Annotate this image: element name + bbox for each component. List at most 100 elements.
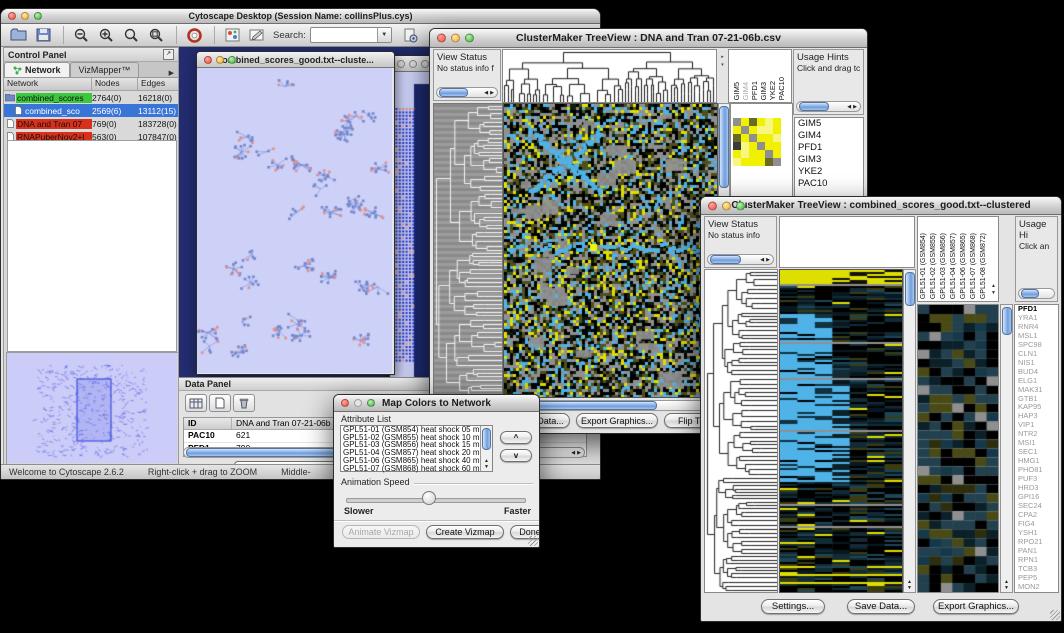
zoom-in-icon[interactable] <box>95 26 117 45</box>
scrollbar-arrows[interactable]: ◀▶ <box>760 257 773 263</box>
minimize-button[interactable] <box>409 60 417 68</box>
help-lifering-icon[interactable] <box>183 26 205 45</box>
matrix-cell[interactable] <box>749 134 757 142</box>
animation-speed-slider[interactable] <box>346 498 526 503</box>
matrix-cell[interactable] <box>741 134 749 142</box>
zoom-button[interactable] <box>228 56 236 64</box>
gene-list-item[interactable]: MON2 <box>1015 583 1058 592</box>
gene-list-item[interactable]: GIM3 <box>795 154 863 166</box>
gene-list-item[interactable]: GIM4 <box>795 130 863 142</box>
zoom-selected-icon[interactable] <box>145 26 167 45</box>
view-status-scrollbar[interactable]: ◀▶ <box>707 254 774 265</box>
matrix-cell[interactable] <box>773 126 781 134</box>
matrix-cell[interactable] <box>765 118 773 126</box>
matrix-cell[interactable] <box>757 158 765 166</box>
zoom-button[interactable] <box>34 12 42 20</box>
select-attributes-icon[interactable] <box>185 394 207 412</box>
matrix-cell[interactable] <box>757 118 765 126</box>
scrollbar-thumb[interactable] <box>905 272 915 306</box>
matrix-cell[interactable] <box>773 158 781 166</box>
label-scroll-arrows-icon[interactable]: ▲▼ <box>991 283 996 297</box>
matrix-cell[interactable] <box>773 118 781 126</box>
column-dendrogram-panel[interactable] <box>502 49 717 103</box>
heatmap-panel[interactable] <box>779 269 903 593</box>
network-window-titlebar[interactable]: combined_scores_good.txt--cluste... <box>197 52 394 68</box>
gene-list-panel[interactable]: PFD1YRA1RNR4MSL1SPC98CLN1NIS1BUD4ELG1MAK… <box>1014 304 1059 593</box>
column-header-id[interactable]: ID <box>184 418 232 429</box>
matrix-cell[interactable] <box>773 150 781 158</box>
close-button[interactable] <box>708 201 717 210</box>
new-attribute-icon[interactable] <box>209 394 231 412</box>
network-canvas[interactable] <box>197 68 392 373</box>
close-button[interactable] <box>8 12 16 20</box>
column-dendrogram-panel[interactable] <box>779 216 915 268</box>
zoom-button[interactable] <box>421 60 429 68</box>
resize-grip[interactable] <box>528 536 538 546</box>
minimize-button[interactable] <box>216 56 224 64</box>
matrix-cell[interactable] <box>765 158 773 166</box>
matrix-cell[interactable] <box>749 142 757 150</box>
close-button[interactable] <box>204 56 212 64</box>
search-input[interactable]: ▼ <box>310 27 392 43</box>
matrix-cell[interactable] <box>749 158 757 166</box>
matrix-cell[interactable] <box>757 134 765 142</box>
zoom-vscrollbar[interactable]: ▲▼ <box>1000 304 1013 593</box>
minimize-button[interactable] <box>451 34 460 43</box>
network-table-row[interactable]: combined_scores2764(0)16218(0) <box>4 91 178 104</box>
matrix-cell[interactable] <box>749 150 757 158</box>
gene-list-item[interactable]: YKE2 <box>795 166 863 178</box>
attribute-listbox[interactable]: GPL51-01 (GSM854) heat shock 05 minGPL51… <box>340 425 493 472</box>
close-button[interactable] <box>341 399 349 407</box>
scrollbar-arrows[interactable]: ◀▶ <box>847 104 860 110</box>
scrollbar-arrows[interactable]: ◀▶ <box>571 450 584 456</box>
matrix-cell[interactable] <box>733 158 741 166</box>
heatmap-panel[interactable] <box>503 103 718 398</box>
cytoscape-titlebar[interactable]: Cytoscape Desktop (Session Name: collins… <box>1 9 600 24</box>
zoom-fit-icon[interactable] <box>120 26 142 45</box>
matrix-cell[interactable] <box>733 126 741 134</box>
create-vizmap-button[interactable]: Create Vizmap <box>426 525 504 539</box>
network-overview-panel[interactable] <box>6 352 180 466</box>
scrollbar-arrows[interactable]: ▲▼ <box>1004 579 1009 592</box>
view-status-scrollbar[interactable]: ◀▶ <box>436 87 498 98</box>
heatmap-vscrollbar[interactable]: ▲▼ <box>903 269 916 593</box>
column-header-nodes[interactable]: Nodes <box>92 78 138 90</box>
zoom-heatmap-panel[interactable] <box>917 304 999 593</box>
move-down-button[interactable]: v <box>500 449 532 462</box>
zoom-out-icon[interactable] <box>70 26 92 45</box>
export-graphics-button[interactable]: Export Graphics... <box>576 413 658 428</box>
close-button[interactable] <box>437 34 446 43</box>
matrix-cell[interactable] <box>773 142 781 150</box>
network-view-window[interactable]: combined_scores_good.txt--cluste... <box>196 51 395 375</box>
minimize-button[interactable] <box>354 399 362 407</box>
matrix-cell[interactable] <box>741 142 749 150</box>
scrollbar-thumb[interactable] <box>719 106 729 188</box>
scrollbar-thumb[interactable] <box>482 428 491 450</box>
zoom-button[interactable] <box>465 34 474 43</box>
save-session-button[interactable] <box>32 26 54 45</box>
gene-list-item[interactable]: GIM5 <box>795 118 863 130</box>
matrix-cell[interactable] <box>757 142 765 150</box>
matrix-cell[interactable] <box>741 158 749 166</box>
slider-thumb[interactable] <box>422 491 436 505</box>
usage-hints-scrollbar[interactable] <box>1018 288 1055 299</box>
column-header-network[interactable]: Network <box>4 78 92 90</box>
splitter-arrows-icon[interactable]: ▸▾ <box>718 53 727 99</box>
dialog-titlebar[interactable]: Map Colors to Network <box>334 395 539 412</box>
matrix-cell[interactable] <box>733 142 741 150</box>
network-table-row[interactable]: DNA and Tran 07769(0)183728(0) <box>4 117 178 130</box>
zoom-button[interactable] <box>736 201 745 210</box>
resize-grip[interactable] <box>1050 610 1060 620</box>
treeview1-titlebar[interactable]: ClusterMaker TreeView : DNA and Tran 07-… <box>430 29 867 48</box>
save-data-button[interactable]: Save Data... <box>847 599 915 614</box>
zoom-button[interactable] <box>367 399 375 407</box>
plugin-manager-icon[interactable] <box>400 26 422 45</box>
minimize-button[interactable] <box>21 12 29 20</box>
matrix-cell[interactable] <box>765 134 773 142</box>
matrix-cell[interactable] <box>733 134 741 142</box>
export-graphics-button[interactable]: Export Graphics... <box>933 599 1019 614</box>
similarity-matrix[interactable] <box>733 118 781 166</box>
scrollbar-arrows[interactable]: ▲▼ <box>907 579 912 592</box>
tab-vizmapper[interactable]: VizMapper™ <box>70 62 140 77</box>
matrix-cell[interactable] <box>757 126 765 134</box>
